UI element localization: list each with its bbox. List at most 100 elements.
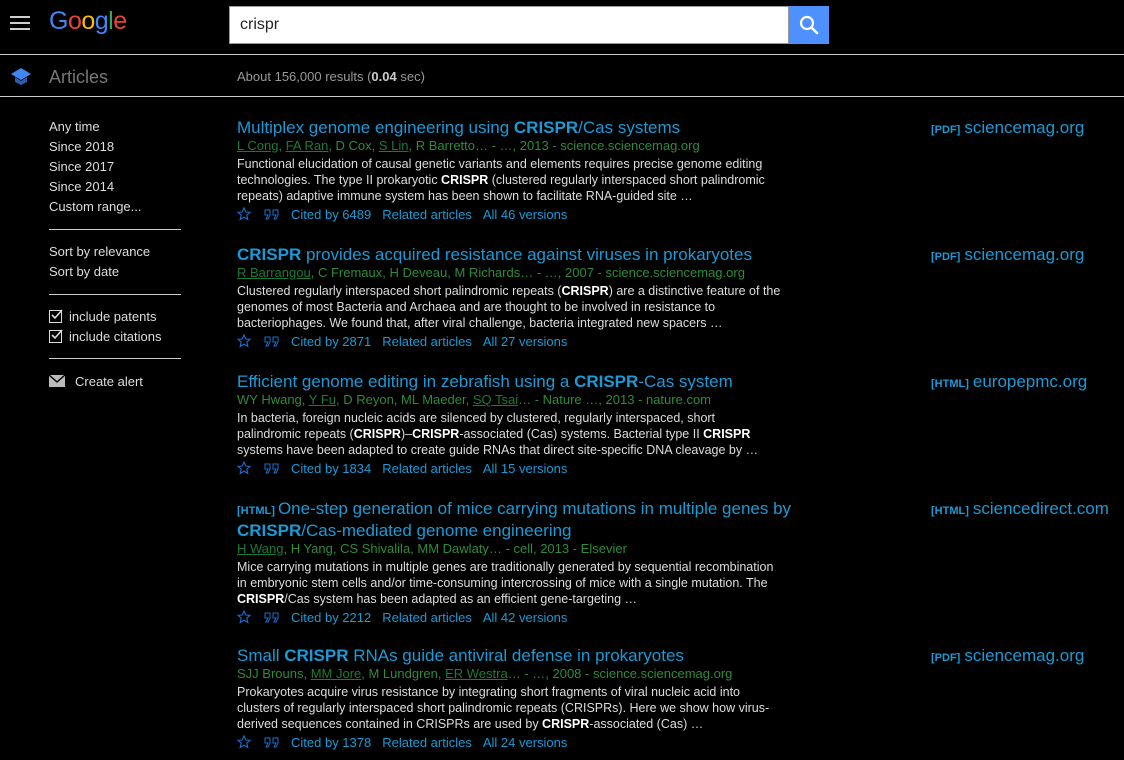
- fulltext-link[interactable]: [PDF] sciencemag.org: [931, 245, 1084, 265]
- fulltext-domain: sciencemag.org: [964, 118, 1085, 137]
- all-versions-link[interactable]: All 46 versions: [483, 207, 568, 222]
- snippet-text: -associated (Cas) …: [589, 717, 704, 731]
- include-citations-checkbox[interactable]: include citations: [49, 329, 162, 344]
- title-text: /Cas-mediated genome engineering: [301, 521, 572, 540]
- related-articles-link[interactable]: Related articles: [382, 334, 472, 349]
- meta-text: , C Fremaux, H Deveau, M Richards… - …, …: [310, 265, 745, 280]
- result-title-link[interactable]: [HTML] One-step generation of mice carry…: [237, 499, 807, 541]
- meta-text: , H Yang, CS Shivalila, MM Dawlaty… - ce…: [283, 541, 627, 556]
- sort-by-date[interactable]: Sort by date: [49, 264, 119, 279]
- menu-icon[interactable]: [10, 16, 30, 30]
- meta-text: , D Reyon, ML Maeder,: [336, 392, 473, 407]
- search-result: Efficient genome editing in zebrafish us…: [236, 372, 1117, 478]
- include-citations-label: include citations: [69, 329, 162, 344]
- sort-by-relevance[interactable]: Sort by relevance: [49, 244, 150, 259]
- filter-since-2018[interactable]: Since 2018: [49, 139, 114, 154]
- filter-custom-range[interactable]: Custom range...: [49, 199, 142, 214]
- result-snippet: In bacteria, foreign nucleic acids are s…: [237, 410, 782, 458]
- cite-quote-icon[interactable]: [264, 209, 280, 224]
- snippet-text: systems have been adapted to create guid…: [237, 443, 759, 457]
- result-authors-source: WY Hwang, Y Fu, D Reyon, ML Maeder, SQ T…: [237, 392, 1117, 408]
- fulltext-link[interactable]: [HTML] europepmc.org: [931, 372, 1087, 392]
- checkbox-checked-icon: [49, 309, 63, 323]
- google-logo[interactable]: Google: [49, 7, 127, 36]
- cited-by-link[interactable]: Cited by 1378: [291, 735, 371, 750]
- meta-text: , D Cox,: [328, 138, 379, 153]
- search-icon: [799, 15, 819, 35]
- meta-text: , M Lundgren,: [361, 666, 446, 681]
- cited-by-link[interactable]: Cited by 2212: [291, 610, 371, 625]
- related-articles-link[interactable]: Related articles: [382, 735, 472, 750]
- fulltext-link[interactable]: [PDF] sciencemag.org: [931, 118, 1084, 138]
- meta-text: … - Nature …, 2013 - nature.com: [518, 392, 712, 407]
- result-authors-source: R Barrangou, C Fremaux, H Deveau, M Rich…: [237, 265, 1117, 281]
- cite-quote-icon[interactable]: [264, 336, 280, 351]
- search-result: Small CRISPR RNAs guide antiviral defens…: [236, 646, 1117, 752]
- highlight-term: CRISPR: [353, 427, 401, 441]
- sidebar-divider: [49, 229, 181, 230]
- related-articles-link[interactable]: Related articles: [382, 461, 472, 476]
- author-link[interactable]: MM Jore: [311, 666, 362, 681]
- author-link[interactable]: S Lin: [379, 138, 409, 153]
- scholar-cap-icon: [10, 66, 32, 91]
- result-actions: Cited by 2212 Related articles All 42 vers…: [236, 609, 1117, 627]
- author-link[interactable]: Y Fu: [309, 392, 336, 407]
- snippet-text: -associated (Cas) systems. Bacterial typ…: [459, 427, 704, 441]
- author-link[interactable]: L Cong: [237, 138, 278, 153]
- cite-quote-icon[interactable]: [264, 612, 280, 627]
- filter-since-2017[interactable]: Since 2017: [49, 159, 114, 174]
- all-versions-link[interactable]: All 15 versions: [483, 461, 568, 476]
- author-link[interactable]: FA Ran: [286, 138, 329, 153]
- result-authors-source: L Cong, FA Ran, D Cox, S Lin, R Barretto…: [237, 138, 1117, 154]
- meta-text: SJJ Brouns,: [237, 666, 311, 681]
- highlight-term: CRISPR: [412, 427, 460, 441]
- related-articles-link[interactable]: Related articles: [382, 207, 472, 222]
- all-versions-link[interactable]: All 24 versions: [483, 735, 568, 750]
- title-text: Small: [237, 646, 285, 665]
- author-link[interactable]: R Barrangou: [237, 265, 311, 280]
- cite-quote-icon[interactable]: [264, 737, 280, 752]
- result-actions: Cited by 1378 Related articles All 24 vers…: [236, 734, 1117, 752]
- section-title: Articles: [49, 67, 109, 87]
- fulltext-link[interactable]: [PDF] sciencemag.org: [931, 646, 1084, 666]
- author-link[interactable]: ER Westra: [445, 666, 508, 681]
- star-save-icon[interactable]: [236, 460, 253, 478]
- cited-by-link[interactable]: Cited by 1834: [291, 461, 371, 476]
- search-button[interactable]: [789, 6, 829, 44]
- cited-by-link[interactable]: Cited by 2871: [291, 334, 371, 349]
- star-save-icon[interactable]: [236, 333, 253, 351]
- filter-since-2014[interactable]: Since 2014: [49, 179, 114, 194]
- include-patents-checkbox[interactable]: include patents: [49, 309, 156, 324]
- create-alert-button[interactable]: Create alert: [48, 374, 143, 389]
- fulltext-link[interactable]: [HTML] sciencedirect.com: [931, 499, 1109, 519]
- title-text: provides acquired resistance against vir…: [301, 245, 752, 264]
- all-versions-link[interactable]: All 27 versions: [483, 334, 568, 349]
- author-link[interactable]: SQ Tsai: [473, 392, 518, 407]
- logo-letter: e: [113, 7, 127, 35]
- author-link[interactable]: H Wang: [237, 541, 283, 556]
- highlight-term: CRISPR: [284, 646, 349, 665]
- result-authors-source: H Wang, H Yang, CS Shivalila, MM Dawlaty…: [237, 541, 1117, 557]
- filter-any-time[interactable]: Any time: [49, 119, 100, 134]
- cite-quote-icon[interactable]: [264, 463, 280, 478]
- title-text: Efficient genome editing in zebrafish us…: [237, 372, 575, 391]
- cited-by-link[interactable]: Cited by 6489: [291, 207, 371, 222]
- search-input[interactable]: [238, 7, 782, 43]
- highlight-term: CRISPR: [703, 427, 751, 441]
- result-snippet: Functional elucidation of causal genetic…: [237, 156, 782, 204]
- highlight-term: CRISPR: [237, 592, 285, 606]
- all-versions-link[interactable]: All 42 versions: [483, 610, 568, 625]
- highlight-term: CRISPR: [237, 245, 302, 264]
- logo-letter: o: [67, 7, 82, 35]
- star-save-icon[interactable]: [236, 734, 253, 752]
- star-save-icon[interactable]: [236, 206, 253, 224]
- result-actions: Cited by 2871 Related articles All 27 vers…: [236, 333, 1117, 351]
- sidebar-divider: [49, 294, 181, 295]
- subheader-divider: [0, 96, 1124, 97]
- title-text: RNAs guide antiviral defense in prokaryo…: [348, 646, 684, 665]
- highlight-term: CRISPR: [513, 118, 579, 137]
- title-text: -Cas system: [638, 372, 733, 391]
- star-save-icon[interactable]: [236, 609, 253, 627]
- result-authors-source: SJJ Brouns, MM Jore, M Lundgren, ER West…: [237, 666, 1117, 682]
- related-articles-link[interactable]: Related articles: [382, 610, 472, 625]
